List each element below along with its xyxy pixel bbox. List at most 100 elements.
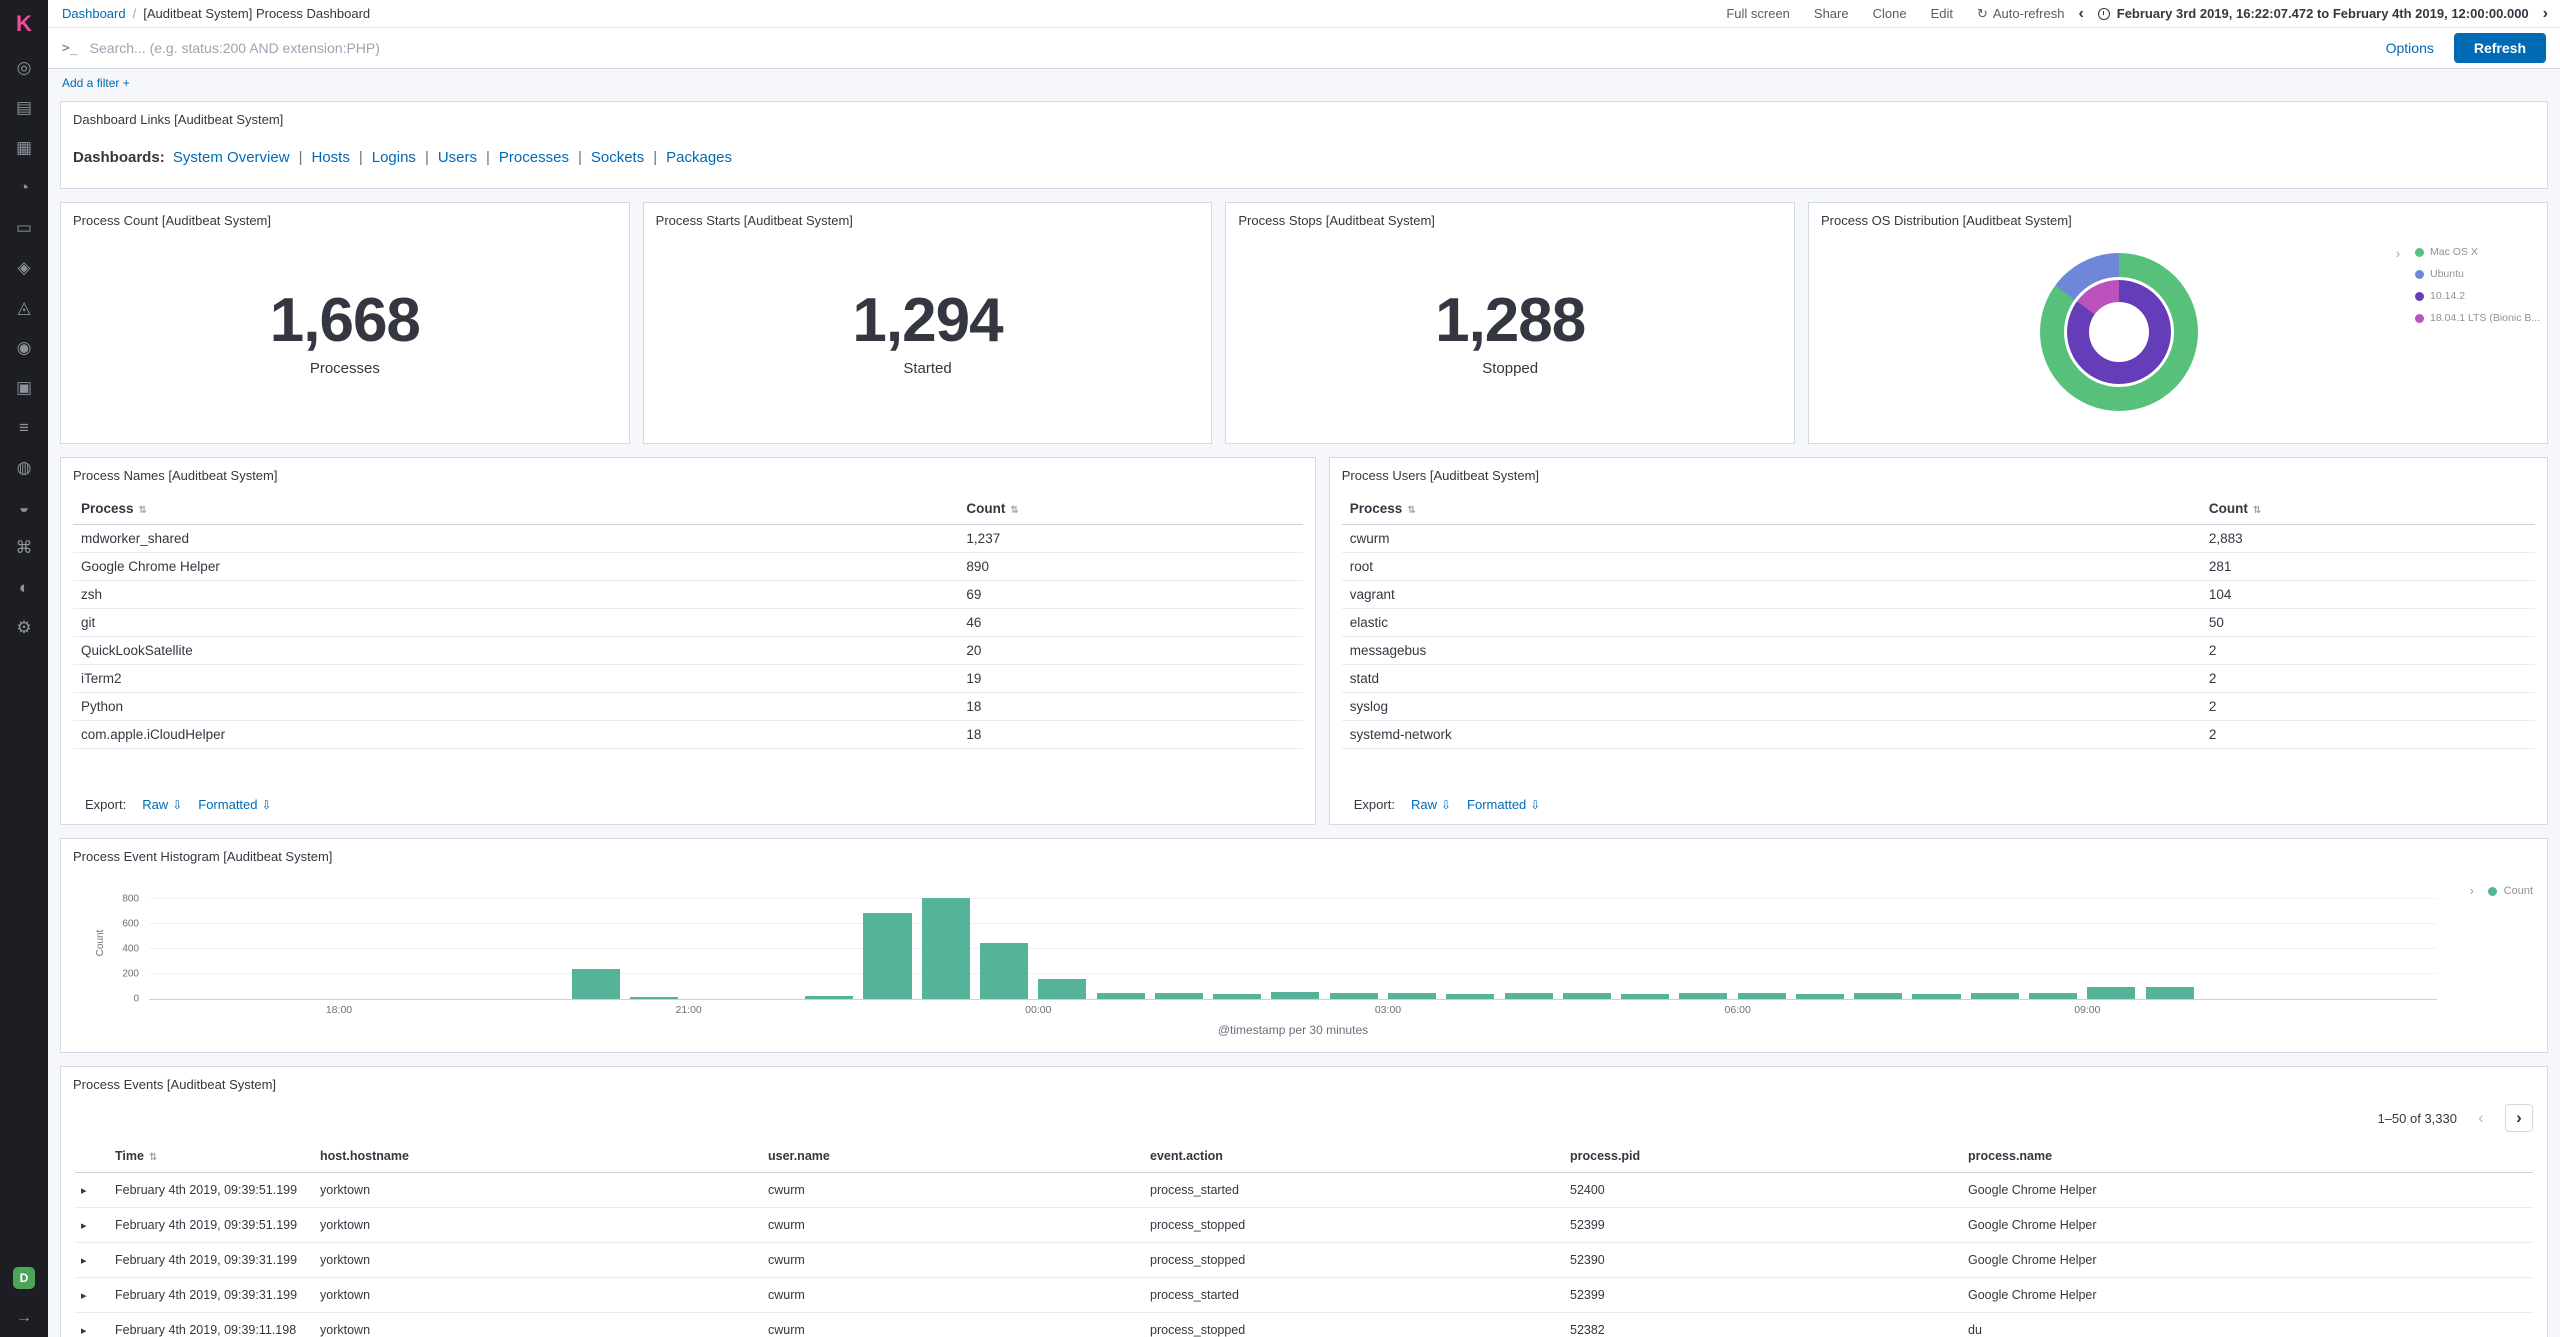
legend-item[interactable]: Mac OS X xyxy=(2415,246,2535,258)
dashboard-link-processes[interactable]: Processes xyxy=(499,149,569,166)
os-donut-chart[interactable] xyxy=(2039,253,2198,412)
histogram-bar[interactable] xyxy=(805,995,854,999)
expand-row-button[interactable]: ▸ xyxy=(75,1312,109,1337)
next-page-button[interactable]: › xyxy=(2505,1104,2533,1132)
space-badge[interactable]: D xyxy=(13,1267,35,1289)
histogram-bar[interactable] xyxy=(1679,993,1728,999)
histogram-bar[interactable] xyxy=(863,913,912,999)
histogram-bar[interactable] xyxy=(2029,993,2078,999)
x-axis-label: @timestamp per 30 minutes xyxy=(1217,1023,1369,1037)
kibana-logo[interactable]: K xyxy=(0,0,48,48)
column-header-expand xyxy=(75,1140,109,1173)
histogram-bar[interactable] xyxy=(1096,993,1145,999)
histogram-bar[interactable] xyxy=(1970,992,2019,999)
dashboard-link-packages[interactable]: Packages xyxy=(666,149,732,166)
histogram-bar[interactable] xyxy=(2145,987,2194,999)
histogram-bar[interactable] xyxy=(572,969,621,999)
column-header-user[interactable]: user.name xyxy=(762,1140,1144,1173)
top-menu: Full screen Share Clone Edit xyxy=(1726,6,1953,21)
dashboard-link-system-overview[interactable]: System Overview xyxy=(173,149,290,166)
histogram-bar[interactable] xyxy=(1912,994,1961,999)
export-formatted-link[interactable]: Formatted ⇩ xyxy=(198,797,271,812)
histogram-bar[interactable] xyxy=(921,898,970,999)
top-menu-edit[interactable]: Edit xyxy=(1931,6,1953,21)
auto-refresh-button[interactable]: ↻ Auto-refresh xyxy=(1977,6,2064,22)
histogram-bar[interactable] xyxy=(1854,993,1903,999)
column-header-name[interactable]: process.name xyxy=(1962,1140,2533,1173)
top-menu-clone[interactable]: Clone xyxy=(1873,6,1907,21)
infrastructure-icon[interactable]: ▣ xyxy=(0,368,48,408)
histogram-bar[interactable] xyxy=(1446,994,1495,999)
add-filter-link[interactable]: Add a filter + xyxy=(62,76,130,90)
expand-row-button[interactable]: ▸ xyxy=(75,1172,109,1208)
column-header-time[interactable]: Time ⇅ xyxy=(109,1140,314,1173)
management-icon[interactable]: ⚙ xyxy=(0,608,48,648)
column-header-host[interactable]: host.hostname xyxy=(314,1140,762,1173)
histogram-bar[interactable] xyxy=(1504,993,1553,999)
uptime-icon[interactable]: ◒ xyxy=(0,488,48,528)
options-link[interactable]: Options xyxy=(2386,40,2434,56)
column-header-process[interactable]: Process ⇅ xyxy=(1341,493,2201,525)
refresh-button[interactable]: Refresh xyxy=(2453,33,2546,63)
legend-toggle-icon[interactable]: › xyxy=(2463,881,2481,899)
column-header-action[interactable]: event.action xyxy=(1144,1140,1564,1173)
search-input[interactable] xyxy=(89,28,2374,68)
dashboard-link-hosts[interactable]: Hosts xyxy=(311,149,349,166)
logs-icon[interactable]: ≡ xyxy=(0,408,48,448)
histogram-legend-label[interactable]: Count xyxy=(2504,885,2533,897)
dashboard-link-sockets[interactable]: Sockets xyxy=(591,149,644,166)
time-back-button[interactable]: ‹ xyxy=(2078,5,2083,22)
legend-item[interactable]: Ubuntu xyxy=(2415,268,2535,280)
histogram-bar[interactable] xyxy=(630,996,679,999)
timelion-icon[interactable]: ◔ xyxy=(0,168,48,208)
legend-toggle-icon[interactable]: › xyxy=(2389,244,2407,262)
time-range-picker[interactable]: February 3rd 2019, 16:22:07.472 to Febru… xyxy=(2097,6,2529,21)
histogram-bar[interactable] xyxy=(2087,986,2136,999)
machine-learning-icon[interactable]: ◬ xyxy=(0,288,48,328)
expand-row-button[interactable]: ▸ xyxy=(75,1277,109,1313)
previous-page-button[interactable]: ‹ xyxy=(2467,1104,2495,1132)
expand-row-button[interactable]: ▸ xyxy=(75,1207,109,1243)
dashboard-icon[interactable]: ▦ xyxy=(0,128,48,168)
column-header-count[interactable]: Count ⇅ xyxy=(958,493,1303,525)
histogram-bar[interactable] xyxy=(1737,992,1786,999)
dev-tools-icon[interactable]: ⌘ xyxy=(0,528,48,568)
histogram-bar[interactable] xyxy=(1621,994,1670,999)
histogram-bar[interactable] xyxy=(980,943,1029,999)
export-raw-link[interactable]: Raw ⇩ xyxy=(142,797,182,812)
legend-item[interactable]: 10.14.2 xyxy=(2415,290,2535,302)
canvas-icon[interactable]: ▭ xyxy=(0,208,48,248)
column-header-process[interactable]: Process ⇅ xyxy=(73,493,959,525)
top-menu-share[interactable]: Share xyxy=(1814,6,1849,21)
monitoring-icon[interactable]: ◐ xyxy=(0,568,48,608)
apm-icon[interactable]: ◍ xyxy=(0,448,48,488)
top-menu-full-screen[interactable]: Full screen xyxy=(1726,6,1790,21)
expand-row-button[interactable]: ▸ xyxy=(75,1242,109,1278)
histogram-bar[interactable] xyxy=(1271,992,1320,999)
graph-icon[interactable]: ◉ xyxy=(0,328,48,368)
histogram-bar[interactable] xyxy=(1562,992,1611,999)
histogram-bar[interactable] xyxy=(1154,992,1203,999)
table-row: com.apple.iCloudHelper 18 xyxy=(73,720,1303,749)
column-header-pid[interactable]: process.pid xyxy=(1564,1140,1962,1173)
time-forward-button[interactable]: › xyxy=(2543,5,2548,22)
legend-item[interactable]: 18.04.1 LTS (Bionic B... xyxy=(2415,312,2540,324)
export-formatted-link[interactable]: Formatted ⇩ xyxy=(1467,797,1540,812)
x-tick-label: 06:00 xyxy=(1724,1004,1751,1016)
histogram-bar[interactable] xyxy=(1795,994,1844,999)
histogram-bar[interactable] xyxy=(1329,993,1378,999)
discover-icon[interactable]: ◎ xyxy=(0,48,48,88)
dashboard-link-logins[interactable]: Logins xyxy=(372,149,416,166)
maps-icon[interactable]: ◈ xyxy=(0,248,48,288)
legend-label: Ubuntu xyxy=(2430,268,2464,280)
export-raw-link[interactable]: Raw ⇩ xyxy=(1411,797,1451,812)
kibana-app: K ◎ ▤ ▦ ◔ ▭ ◈ ◬ ◉ ▣ ≡ ◍ ◒ ⌘ ◐ ⚙ D → Dashboard / [Audit… xyxy=(0,0,2560,1337)
visualize-icon[interactable]: ▤ xyxy=(0,88,48,128)
column-header-count[interactable]: Count ⇅ xyxy=(2200,493,2535,525)
sidebar-collapse-icon[interactable]: → xyxy=(16,1309,32,1327)
histogram-bar[interactable] xyxy=(1038,979,1087,999)
histogram-bar[interactable] xyxy=(1213,994,1262,999)
dashboard-link-users[interactable]: Users xyxy=(438,149,477,166)
breadcrumb-dashboard[interactable]: Dashboard xyxy=(62,6,126,21)
histogram-bar[interactable] xyxy=(1387,992,1437,999)
